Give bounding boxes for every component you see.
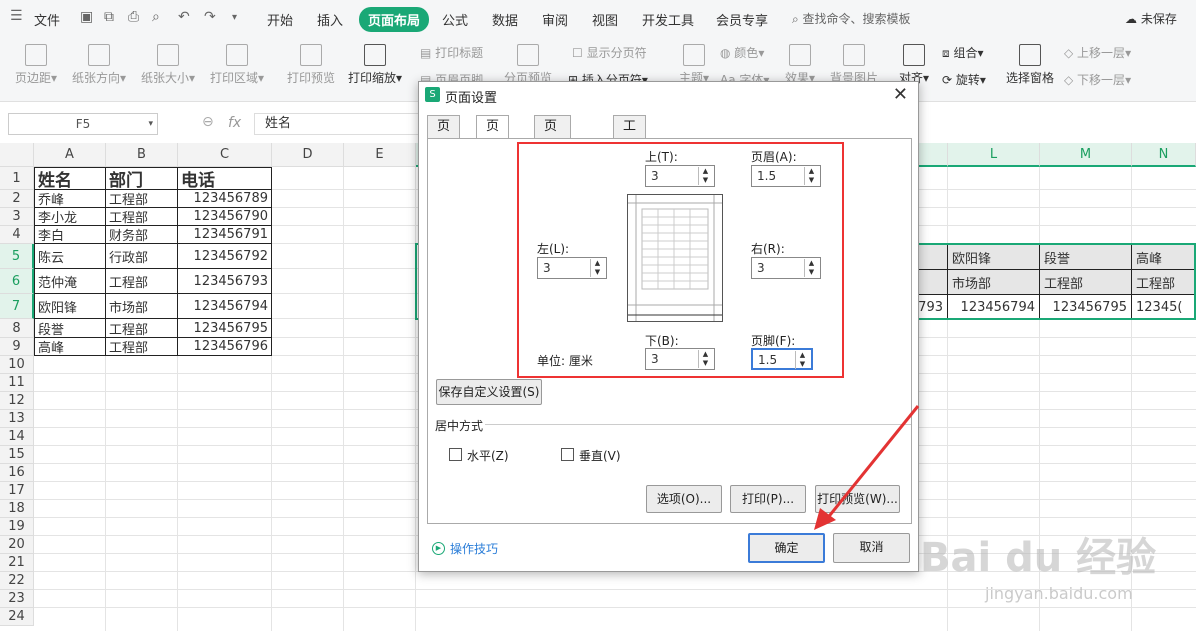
baidu-watermark: Bai du 经验 xyxy=(920,535,1157,581)
baidu-watermark-url: jingyan.baidu.com xyxy=(985,584,1133,603)
